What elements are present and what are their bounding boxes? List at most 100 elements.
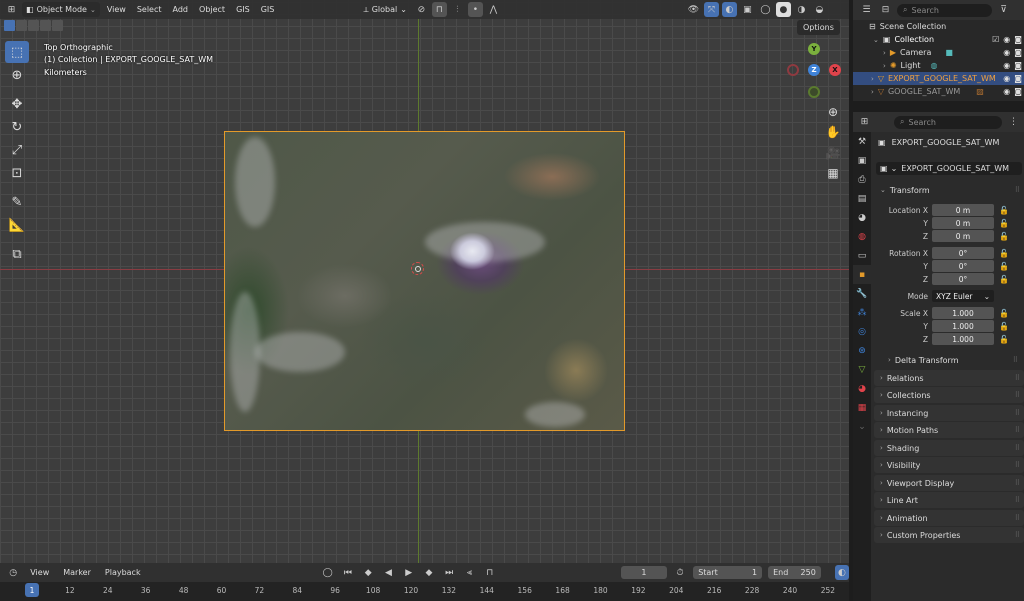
- menu-object[interactable]: Object: [195, 2, 229, 17]
- pan-hand-icon[interactable]: ✋: [823, 122, 843, 142]
- properties-editor-icon[interactable]: ⊞: [857, 115, 872, 130]
- texture-tab-icon[interactable]: ▦: [853, 398, 871, 417]
- camera-icon[interactable]: ◙: [1014, 35, 1022, 44]
- snap-settings-icon[interactable]: ⫶: [450, 2, 465, 17]
- zoom-icon[interactable]: ⊕: [823, 102, 843, 122]
- tl-menu-marker[interactable]: Marker: [59, 565, 95, 580]
- keying-icon[interactable]: ⫷: [462, 565, 476, 580]
- stopwatch-icon[interactable]: ⏱: [673, 565, 687, 580]
- menu-gis[interactable]: GIS: [232, 2, 254, 17]
- rotate-tool-icon[interactable]: ↻: [5, 116, 29, 138]
- panel-animation[interactable]: › Animation ⠿: [874, 510, 1024, 526]
- panel-instancing[interactable]: › Instancing ⠿: [874, 405, 1024, 421]
- collection-tab-icon[interactable]: ▭: [853, 246, 871, 265]
- menu-add[interactable]: Add: [169, 2, 193, 17]
- move-tool-icon[interactable]: ✥: [5, 93, 29, 115]
- outliner-row-google-sat[interactable]: › ▽ GOOGLE_SAT_WM ▨ ◉ ◙: [853, 85, 1024, 98]
- xray-icon[interactable]: ▣: [740, 2, 755, 17]
- satellite-image-plane[interactable]: [224, 131, 625, 431]
- start-frame-field[interactable]: Start 1: [693, 566, 763, 579]
- record-icon[interactable]: ◯: [321, 565, 335, 580]
- panel-collections[interactable]: › Collections ⠿: [874, 387, 1024, 403]
- outliner-row-export-google-sat[interactable]: › ▽ EXPORT_GOOGLE_SAT_WM ◉ ◙: [853, 72, 1024, 85]
- clock-icon[interactable]: ◷: [6, 565, 20, 580]
- lock-icon[interactable]: 🔓: [999, 309, 1009, 318]
- camera-icon[interactable]: ◙: [1014, 48, 1022, 57]
- lock-icon[interactable]: 🔓: [999, 219, 1009, 228]
- world-tab-icon[interactable]: ◍: [853, 227, 871, 246]
- outliner-row-scene-collection[interactable]: ⊟ Scene Collection: [853, 20, 1024, 33]
- rotation-y-field[interactable]: 0°: [932, 260, 994, 272]
- lock-icon[interactable]: 🔓: [999, 275, 1009, 284]
- properties-search-input[interactable]: ⌕ Search: [894, 115, 1002, 129]
- location-z-field[interactable]: 0 m: [932, 230, 994, 242]
- outliner-row-camera[interactable]: › ▶ Camera ■ ◉ ◙: [853, 46, 1024, 59]
- mode-dropdown[interactable]: ◧ Object Mode ⌄: [22, 2, 100, 17]
- select-box-icon[interactable]: [4, 20, 15, 31]
- eye-icon[interactable]: ◉: [1003, 48, 1010, 57]
- object-selector[interactable]: ▣ ⌄ EXPORT_GOOGLE_SAT_WM: [876, 162, 1022, 175]
- lock-icon[interactable]: 🔓: [999, 206, 1009, 215]
- gizmo-x-axis[interactable]: X: [829, 64, 841, 76]
- panel-shading[interactable]: › Shading ⠿: [874, 440, 1024, 456]
- scale-x-field[interactable]: 1.000: [932, 307, 994, 319]
- grid-perspective-icon[interactable]: ▦: [823, 163, 843, 183]
- constraints-tab-icon[interactable]: ⊛: [853, 341, 871, 360]
- menu-select[interactable]: Select: [133, 2, 166, 17]
- display-mode-icon[interactable]: ⊟: [878, 3, 893, 18]
- tl-menu-playback[interactable]: Playback: [101, 565, 145, 580]
- annotate-tool-icon[interactable]: ✎: [5, 191, 29, 213]
- panel-motion-paths[interactable]: › Motion Paths ⠿: [874, 422, 1024, 438]
- data-tab-icon[interactable]: ▽: [853, 360, 871, 379]
- outliner-editor-icon[interactable]: ☰: [859, 3, 874, 18]
- select-tool-icon[interactable]: ⬚: [5, 41, 29, 63]
- options-button[interactable]: Options: [797, 20, 840, 35]
- falloff-icon[interactable]: ⋀: [486, 2, 501, 17]
- lock-icon[interactable]: 🔓: [999, 262, 1009, 271]
- checkbox-icon[interactable]: ☑: [992, 35, 999, 44]
- orientation-dropdown[interactable]: ⟂ Global ⌄: [359, 2, 411, 17]
- modifier-tab-icon[interactable]: 🔧: [853, 284, 871, 303]
- object-tab-icon[interactable]: ▪: [853, 265, 871, 284]
- panel-delta-transform[interactable]: › Delta Transform ⠿: [882, 352, 1022, 368]
- tl-menu-view[interactable]: View: [26, 565, 53, 580]
- scene-tab-icon[interactable]: ◕: [853, 208, 871, 227]
- sync-icon[interactable]: ◐: [834, 565, 850, 580]
- select-invert-icon[interactable]: [40, 20, 51, 31]
- lock-icon[interactable]: 🔓: [999, 322, 1009, 331]
- location-y-field[interactable]: 0 m: [932, 217, 994, 229]
- panel-visibility[interactable]: › Visibility ⠿: [874, 457, 1024, 473]
- auto-key-icon[interactable]: ⊓: [483, 565, 497, 580]
- current-frame-field[interactable]: 1: [620, 566, 667, 579]
- play-reverse-icon[interactable]: ◀: [381, 565, 395, 580]
- 3d-viewport[interactable]: ⊞ ◧ Object Mode ⌄ View Select Add Object…: [0, 0, 849, 563]
- 3d-cursor[interactable]: [411, 262, 424, 275]
- particles-tab-icon[interactable]: ⁂: [853, 303, 871, 322]
- lock-icon[interactable]: 🔓: [999, 249, 1009, 258]
- tool-tab-icon[interactable]: ⚒: [853, 132, 871, 151]
- physics-tab-icon[interactable]: ◎: [853, 322, 871, 341]
- jump-end-icon[interactable]: ⏭: [442, 565, 456, 580]
- tabs-more-icon[interactable]: ⌄: [853, 417, 871, 436]
- select-subtract-icon[interactable]: [28, 20, 39, 31]
- camera-icon[interactable]: ◙: [1014, 87, 1022, 96]
- cursor-tool-icon[interactable]: ⊕: [5, 64, 29, 86]
- select-extend-icon[interactable]: [16, 20, 27, 31]
- shading-wire-icon[interactable]: ◯: [758, 2, 773, 17]
- gizmo-toggle-icon[interactable]: ⤧: [703, 2, 719, 17]
- add-cube-tool-icon[interactable]: ⧉: [5, 243, 29, 265]
- outliner-search-input[interactable]: ⌕ Search: [897, 3, 992, 17]
- visibility-icon[interactable]: 👁: [686, 2, 701, 17]
- shading-rendered-icon[interactable]: ◒: [812, 2, 827, 17]
- gizmo-y-axis[interactable]: Y: [808, 43, 820, 55]
- panel-viewport-display[interactable]: › Viewport Display ⠿: [874, 475, 1024, 491]
- eye-icon[interactable]: ◉: [1003, 74, 1010, 83]
- menu-gis-2[interactable]: GIS: [257, 2, 279, 17]
- select-intersect-icon[interactable]: [52, 20, 63, 31]
- frame-ruler[interactable]: 12 24 36 48 60 72 84 96 108 120 132 144 156 168 180 192…: [0, 582, 849, 601]
- scale-z-field[interactable]: 1.000: [932, 333, 994, 345]
- lock-icon[interactable]: 🔓: [999, 335, 1009, 344]
- eye-icon[interactable]: ◉: [1003, 35, 1010, 44]
- rotation-z-field[interactable]: 0°: [932, 273, 994, 285]
- panel-line-art[interactable]: › Line Art ⠿: [874, 492, 1024, 508]
